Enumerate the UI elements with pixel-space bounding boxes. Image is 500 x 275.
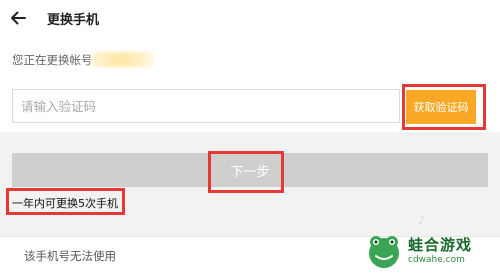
- watermark-logo: 蛙合游戏 cdwahe.com: [364, 228, 500, 274]
- phone-unusable-link[interactable]: 该手机号无法使用: [24, 248, 116, 264]
- watermark-title: 蛙合游戏: [408, 236, 473, 254]
- back-button[interactable]: [6, 6, 30, 30]
- verification-code-input[interactable]: [12, 89, 400, 123]
- account-number-mask: [92, 52, 154, 67]
- next-step-button[interactable]: 下一步: [12, 153, 488, 187]
- faint-glyph-icon: ♪: [418, 214, 426, 227]
- arrow-left-icon: [11, 11, 26, 25]
- account-label: 您正在更换帐号: [12, 53, 93, 67]
- header-bar: 更换手机: [0, 0, 500, 37]
- watermark-domain: cdwahe.com: [408, 255, 465, 265]
- change-limit-text: 一年内可更换5次手机: [12, 197, 118, 210]
- page-title: 更换手机: [47, 13, 100, 28]
- get-code-button[interactable]: 获取验证码: [406, 90, 476, 124]
- frog-logo-icon: [369, 236, 399, 268]
- account-row: 您正在更换帐号: [0, 36, 500, 82]
